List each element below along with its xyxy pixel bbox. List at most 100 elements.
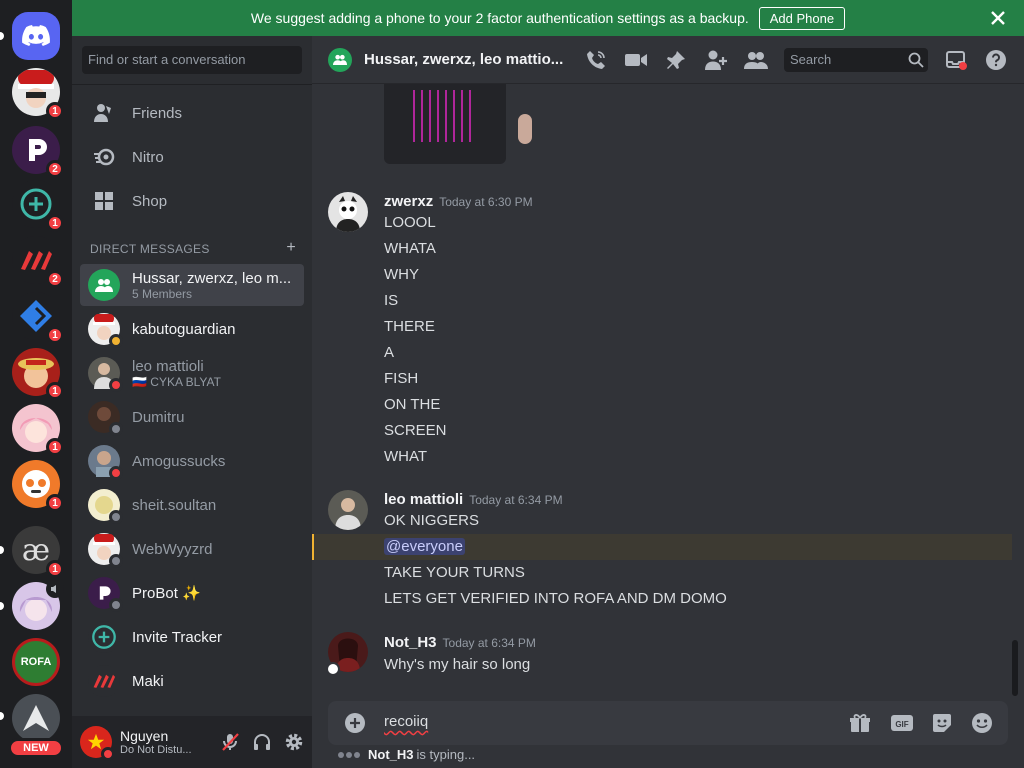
mute-mic-icon[interactable]: [214, 726, 246, 758]
dm-item-dumitru[interactable]: Dumitru: [80, 396, 304, 438]
video-call-icon[interactable]: [624, 48, 648, 72]
nav-label: Shop: [132, 192, 168, 210]
nav-shop[interactable]: Shop: [80, 180, 304, 222]
settings-gear-icon[interactable]: [278, 726, 310, 758]
probot-logo-icon: [88, 577, 123, 612]
message-line: IS: [384, 292, 399, 309]
everyone-mention[interactable]: @everyone: [384, 538, 465, 555]
reaction-fragment: [518, 114, 532, 144]
two-factor-banner: We suggest adding a phone to your 2 fact…: [72, 0, 1024, 36]
add-phone-button[interactable]: Add Phone: [758, 6, 846, 30]
server-maki[interactable]: 2: [12, 236, 64, 288]
server-anime-girl[interactable]: [12, 580, 64, 630]
server-pink-anime[interactable]: 1: [12, 404, 64, 456]
pinned-messages-icon[interactable]: [664, 48, 688, 72]
unread-pill: [0, 602, 4, 610]
server-rofa[interactable]: ROFA: [12, 638, 60, 686]
banner-text: We suggest adding a phone to your 2 fact…: [250, 10, 749, 26]
channel-search-input[interactable]: Search: [784, 48, 928, 72]
server-ae[interactable]: æ 1: [12, 526, 64, 578]
message-timestamp: Today at 6:34 PM: [469, 493, 563, 507]
new-unreads-badge[interactable]: NEW: [8, 738, 64, 758]
message-line: SCREEN: [384, 422, 447, 439]
dm-item-maki[interactable]: Maki: [80, 660, 304, 702]
avatar[interactable]: [328, 192, 368, 232]
message-composer[interactable]: recoiiq GIF: [328, 701, 1008, 745]
typing-dots-icon: [338, 751, 362, 758]
voice-call-icon[interactable]: [584, 48, 608, 72]
gift-icon[interactable]: [848, 711, 872, 735]
gif-icon[interactable]: GIF: [890, 711, 914, 735]
server-santa-avatar[interactable]: 1: [12, 68, 64, 120]
shop-icon: [92, 189, 116, 213]
avatar: [88, 445, 123, 480]
maki-logo-icon: [88, 665, 120, 697]
dm-item-group[interactable]: Hussar, zwerxz, leo m... 5 Members: [80, 264, 304, 306]
dm-item-leo-mattioli[interactable]: leo mattioli 🇷🇺 CYKA BLYAT: [80, 352, 304, 394]
avatar: [88, 313, 123, 348]
dm-name: WebWyyzrd: [132, 540, 213, 558]
server-luffy[interactable]: 1: [12, 348, 64, 400]
unread-badge: 1: [46, 494, 64, 512]
sticker-icon[interactable]: [930, 711, 954, 735]
arch-logo-icon: [12, 694, 60, 742]
offline-status-icon: [109, 510, 123, 524]
dm-item-sheit-soultan[interactable]: sheit.soultan: [80, 484, 304, 526]
author-name[interactable]: Not_H3: [384, 634, 437, 651]
upload-plus-icon[interactable]: [344, 712, 366, 739]
dm-header-label: DIRECT MESSAGES: [90, 242, 210, 256]
message-line: WHAT: [384, 448, 428, 465]
dnd-status-icon: [101, 747, 115, 761]
channel-title[interactable]: Hussar, zwerxz, leo mattio...: [364, 51, 564, 68]
unread-pill: [0, 712, 4, 720]
headphones-icon[interactable]: [246, 726, 278, 758]
clock-icon: [326, 662, 340, 676]
add-friends-to-dm-icon[interactable]: [704, 48, 728, 72]
dm-item-kabutoguardian[interactable]: kabutoguardian: [80, 308, 304, 350]
server-arch[interactable]: [12, 694, 60, 742]
dm-item-webwyyzrd[interactable]: WebWyyzrd: [80, 528, 304, 570]
message-author[interactable]: Not_H3 Today at 6:34 PM: [384, 634, 536, 651]
dnd-status-icon: [109, 378, 123, 392]
emoji-icon[interactable]: [970, 711, 994, 735]
author-name[interactable]: leo mattioli: [384, 491, 463, 508]
username: Nguyen: [120, 728, 169, 744]
close-icon[interactable]: [988, 8, 1008, 28]
nav-friends[interactable]: Friends: [80, 92, 304, 134]
discord-logo-icon: [12, 12, 60, 60]
nav-nitro[interactable]: Nitro: [80, 136, 304, 178]
message-author[interactable]: zwerxz Today at 6:30 PM: [384, 193, 533, 210]
server-invite-tracker[interactable]: 1: [12, 180, 64, 232]
offline-status-icon: [109, 598, 123, 612]
discord-app: 1 2 1 2 1 1 1 1 æ 1 ROFA NEW We suggest …: [0, 0, 1024, 768]
message-scrollbar[interactable]: [1012, 640, 1018, 696]
author-name[interactable]: zwerxz: [384, 193, 433, 210]
avatar: [88, 357, 123, 392]
speaker-icon: [46, 580, 64, 598]
message-line: LETS GET VERIFIED INTO ROFA AND DM DOMO: [384, 590, 727, 607]
dm-item-amogussucks[interactable]: Amogussucks: [80, 440, 304, 482]
find-conversation-input[interactable]: Find or start a conversation: [82, 46, 302, 74]
typing-text: is typing...: [416, 747, 476, 762]
avatar: [88, 401, 123, 436]
dm-item-probot[interactable]: ProBot ✨: [80, 572, 304, 614]
dnd-status-icon: [109, 466, 123, 480]
message-input[interactable]: recoiiq: [384, 713, 428, 730]
server-probot[interactable]: 2: [12, 126, 64, 178]
previous-image-attachment[interactable]: [384, 84, 506, 164]
discord-home-button[interactable]: [12, 12, 60, 60]
help-icon[interactable]: [984, 48, 1008, 72]
server-rail: 1 2 1 2 1 1 1 1 æ 1 ROFA NEW: [0, 0, 72, 768]
server-blue-diamond[interactable]: 1: [12, 292, 64, 344]
message-author[interactable]: leo mattioli Today at 6:34 PM: [384, 491, 563, 508]
create-dm-plus-icon[interactable]: +: [286, 240, 296, 256]
dm-subtext: 🇷🇺 CYKA BLYAT: [132, 374, 221, 389]
member-list-icon[interactable]: [744, 48, 768, 72]
dm-name: Dumitru: [132, 408, 185, 426]
dm-item-invite-tracker[interactable]: Invite Tracker: [80, 616, 304, 658]
inbox-icon[interactable]: [944, 48, 968, 72]
nitro-icon: [92, 145, 116, 169]
avatar[interactable]: [328, 490, 368, 530]
user-avatar[interactable]: [80, 726, 115, 761]
server-orange-bot[interactable]: 1: [12, 460, 64, 512]
